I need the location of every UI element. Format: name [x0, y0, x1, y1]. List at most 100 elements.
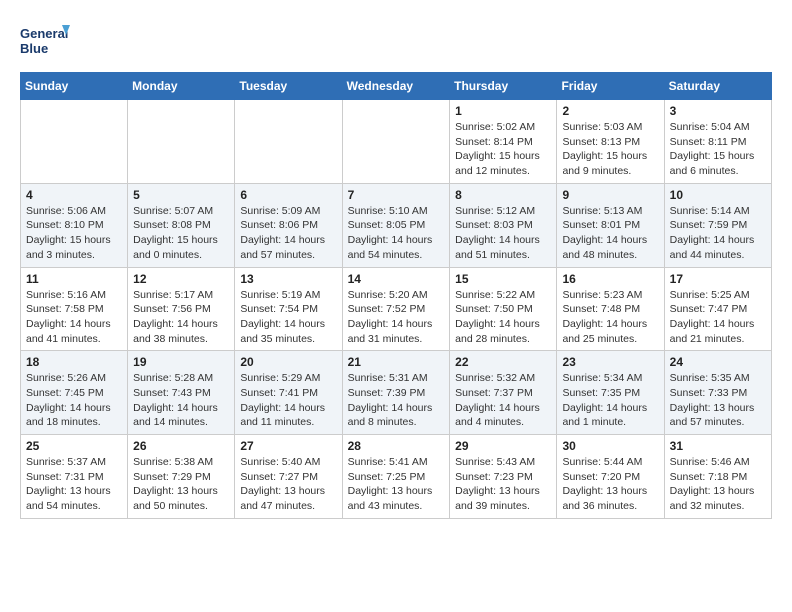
calendar-cell: 28 Sunrise: 5:41 AM Sunset: 7:25 PM Dayli…	[342, 435, 450, 519]
day-number: 1	[455, 104, 551, 118]
day-number: 22	[455, 355, 551, 369]
calendar-cell: 10 Sunrise: 5:14 AM Sunset: 7:59 PM Dayli…	[664, 183, 771, 267]
calendar-cell: 27Sunrise: 5:40 AM Sunset: 7:27 PM Dayli…	[235, 435, 342, 519]
day-info: Sunrise: 5:35 AM Sunset: 7:33 PM Dayligh…	[670, 371, 766, 430]
weekday-header-sunday: Sunday	[21, 73, 128, 100]
calendar-cell: 9 Sunrise: 5:13 AM Sunset: 8:01 PM Daylig…	[557, 183, 664, 267]
day-number: 23	[562, 355, 658, 369]
day-info: Sunrise: 5:43 AM Sunset: 7:23 PM Dayligh…	[455, 455, 551, 514]
day-number: 31	[670, 439, 766, 453]
day-number: 2	[562, 104, 658, 118]
calendar-cell: 30 Sunrise: 5:44 AM Sunset: 7:20 PM Dayli…	[557, 435, 664, 519]
calendar-cell: 22 Sunrise: 5:32 AM Sunset: 7:37 PM Dayli…	[450, 351, 557, 435]
weekday-header-friday: Friday	[557, 73, 664, 100]
day-number: 3	[670, 104, 766, 118]
calendar-cell: 14Sunrise: 5:20 AM Sunset: 7:52 PM Dayli…	[342, 267, 450, 351]
day-info: Sunrise: 5:19 AM Sunset: 7:54 PM Dayligh…	[240, 288, 336, 347]
day-info: Sunrise: 5:31 AM Sunset: 7:39 PM Dayligh…	[348, 371, 445, 430]
svg-text:Blue: Blue	[20, 41, 48, 56]
day-number: 13	[240, 272, 336, 286]
calendar-cell: 7 Sunrise: 5:10 AM Sunset: 8:05 PM Daylig…	[342, 183, 450, 267]
calendar-cell: 19 Sunrise: 5:28 AM Sunset: 7:43 PM Dayli…	[128, 351, 235, 435]
day-number: 15	[455, 272, 551, 286]
calendar-cell: 5 Sunrise: 5:07 AM Sunset: 8:08 PM Daylig…	[128, 183, 235, 267]
day-number: 17	[670, 272, 766, 286]
day-number: 27	[240, 439, 336, 453]
day-info: Sunrise: 5:07 AM Sunset: 8:08 PM Dayligh…	[133, 204, 229, 263]
day-number: 18	[26, 355, 122, 369]
day-info: Sunrise: 5:03 AM Sunset: 8:13 PM Dayligh…	[562, 120, 658, 179]
weekday-header-thursday: Thursday	[450, 73, 557, 100]
day-info: Sunrise: 5:12 AM Sunset: 8:03 PM Dayligh…	[455, 204, 551, 263]
day-number: 5	[133, 188, 229, 202]
calendar-cell	[342, 100, 450, 184]
day-info: Sunrise: 5:37 AM Sunset: 7:31 PM Dayligh…	[26, 455, 122, 514]
day-info: Sunrise: 5:32 AM Sunset: 7:37 PM Dayligh…	[455, 371, 551, 430]
day-info: Sunrise: 5:23 AM Sunset: 7:48 PM Dayligh…	[562, 288, 658, 347]
calendar-week-5: 25 Sunrise: 5:37 AM Sunset: 7:31 PM Dayli…	[21, 435, 772, 519]
day-info: Sunrise: 5:22 AM Sunset: 7:50 PM Dayligh…	[455, 288, 551, 347]
day-info: Sunrise: 5:06 AM Sunset: 8:10 PM Dayligh…	[26, 204, 122, 263]
page-header: General Blue	[20, 20, 772, 62]
calendar-cell: 12 Sunrise: 5:17 AM Sunset: 7:56 PM Dayli…	[128, 267, 235, 351]
day-number: 12	[133, 272, 229, 286]
day-number: 29	[455, 439, 551, 453]
day-number: 14	[348, 272, 445, 286]
calendar-cell: 6 Sunrise: 5:09 AM Sunset: 8:06 PM Daylig…	[235, 183, 342, 267]
day-info: Sunrise: 5:16 AM Sunset: 7:58 PM Dayligh…	[26, 288, 122, 347]
weekday-header-monday: Monday	[128, 73, 235, 100]
calendar-table: SundayMondayTuesdayWednesdayThursdayFrid…	[20, 72, 772, 519]
day-number: 6	[240, 188, 336, 202]
calendar-cell: 2 Sunrise: 5:03 AM Sunset: 8:13 PM Daylig…	[557, 100, 664, 184]
day-number: 26	[133, 439, 229, 453]
calendar-cell: 16 Sunrise: 5:23 AM Sunset: 7:48 PM Dayli…	[557, 267, 664, 351]
calendar-cell: 31 Sunrise: 5:46 AM Sunset: 7:18 PM Dayli…	[664, 435, 771, 519]
calendar-cell: 8 Sunrise: 5:12 AM Sunset: 8:03 PM Daylig…	[450, 183, 557, 267]
day-info: Sunrise: 5:02 AM Sunset: 8:14 PM Dayligh…	[455, 120, 551, 179]
calendar-cell: 23Sunrise: 5:34 AM Sunset: 7:35 PM Dayli…	[557, 351, 664, 435]
logo: General Blue	[20, 20, 70, 62]
day-info: Sunrise: 5:46 AM Sunset: 7:18 PM Dayligh…	[670, 455, 766, 514]
calendar-cell: 24Sunrise: 5:35 AM Sunset: 7:33 PM Dayli…	[664, 351, 771, 435]
day-info: Sunrise: 5:44 AM Sunset: 7:20 PM Dayligh…	[562, 455, 658, 514]
day-number: 25	[26, 439, 122, 453]
calendar-header-row: SundayMondayTuesdayWednesdayThursdayFrid…	[21, 73, 772, 100]
day-info: Sunrise: 5:41 AM Sunset: 7:25 PM Dayligh…	[348, 455, 445, 514]
day-info: Sunrise: 5:09 AM Sunset: 8:06 PM Dayligh…	[240, 204, 336, 263]
calendar-cell: 18 Sunrise: 5:26 AM Sunset: 7:45 PM Dayli…	[21, 351, 128, 435]
calendar-week-2: 4Sunrise: 5:06 AM Sunset: 8:10 PM Daylig…	[21, 183, 772, 267]
calendar-week-3: 11 Sunrise: 5:16 AM Sunset: 7:58 PM Dayli…	[21, 267, 772, 351]
calendar-cell	[235, 100, 342, 184]
day-number: 21	[348, 355, 445, 369]
weekday-header-saturday: Saturday	[664, 73, 771, 100]
day-number: 20	[240, 355, 336, 369]
svg-text:General: General	[20, 26, 68, 41]
calendar-cell: 4Sunrise: 5:06 AM Sunset: 8:10 PM Daylig…	[21, 183, 128, 267]
calendar-cell	[21, 100, 128, 184]
calendar-cell: 29 Sunrise: 5:43 AM Sunset: 7:23 PM Dayli…	[450, 435, 557, 519]
day-info: Sunrise: 5:28 AM Sunset: 7:43 PM Dayligh…	[133, 371, 229, 430]
day-number: 30	[562, 439, 658, 453]
day-number: 19	[133, 355, 229, 369]
day-info: Sunrise: 5:17 AM Sunset: 7:56 PM Dayligh…	[133, 288, 229, 347]
day-number: 28	[348, 439, 445, 453]
day-number: 10	[670, 188, 766, 202]
day-info: Sunrise: 5:26 AM Sunset: 7:45 PM Dayligh…	[26, 371, 122, 430]
day-number: 16	[562, 272, 658, 286]
logo-svg: General Blue	[20, 20, 70, 62]
calendar-cell: 26Sunrise: 5:38 AM Sunset: 7:29 PM Dayli…	[128, 435, 235, 519]
day-info: Sunrise: 5:13 AM Sunset: 8:01 PM Dayligh…	[562, 204, 658, 263]
weekday-header-wednesday: Wednesday	[342, 73, 450, 100]
calendar-week-4: 18 Sunrise: 5:26 AM Sunset: 7:45 PM Dayli…	[21, 351, 772, 435]
day-number: 11	[26, 272, 122, 286]
day-number: 9	[562, 188, 658, 202]
day-number: 8	[455, 188, 551, 202]
calendar-cell: 20Sunrise: 5:29 AM Sunset: 7:41 PM Dayli…	[235, 351, 342, 435]
day-number: 7	[348, 188, 445, 202]
calendar-cell: 1 Sunrise: 5:02 AM Sunset: 8:14 PM Daylig…	[450, 100, 557, 184]
day-info: Sunrise: 5:10 AM Sunset: 8:05 PM Dayligh…	[348, 204, 445, 263]
day-info: Sunrise: 5:14 AM Sunset: 7:59 PM Dayligh…	[670, 204, 766, 263]
calendar-cell: 17Sunrise: 5:25 AM Sunset: 7:47 PM Dayli…	[664, 267, 771, 351]
calendar-cell: 11 Sunrise: 5:16 AM Sunset: 7:58 PM Dayli…	[21, 267, 128, 351]
calendar-cell: 15 Sunrise: 5:22 AM Sunset: 7:50 PM Dayli…	[450, 267, 557, 351]
